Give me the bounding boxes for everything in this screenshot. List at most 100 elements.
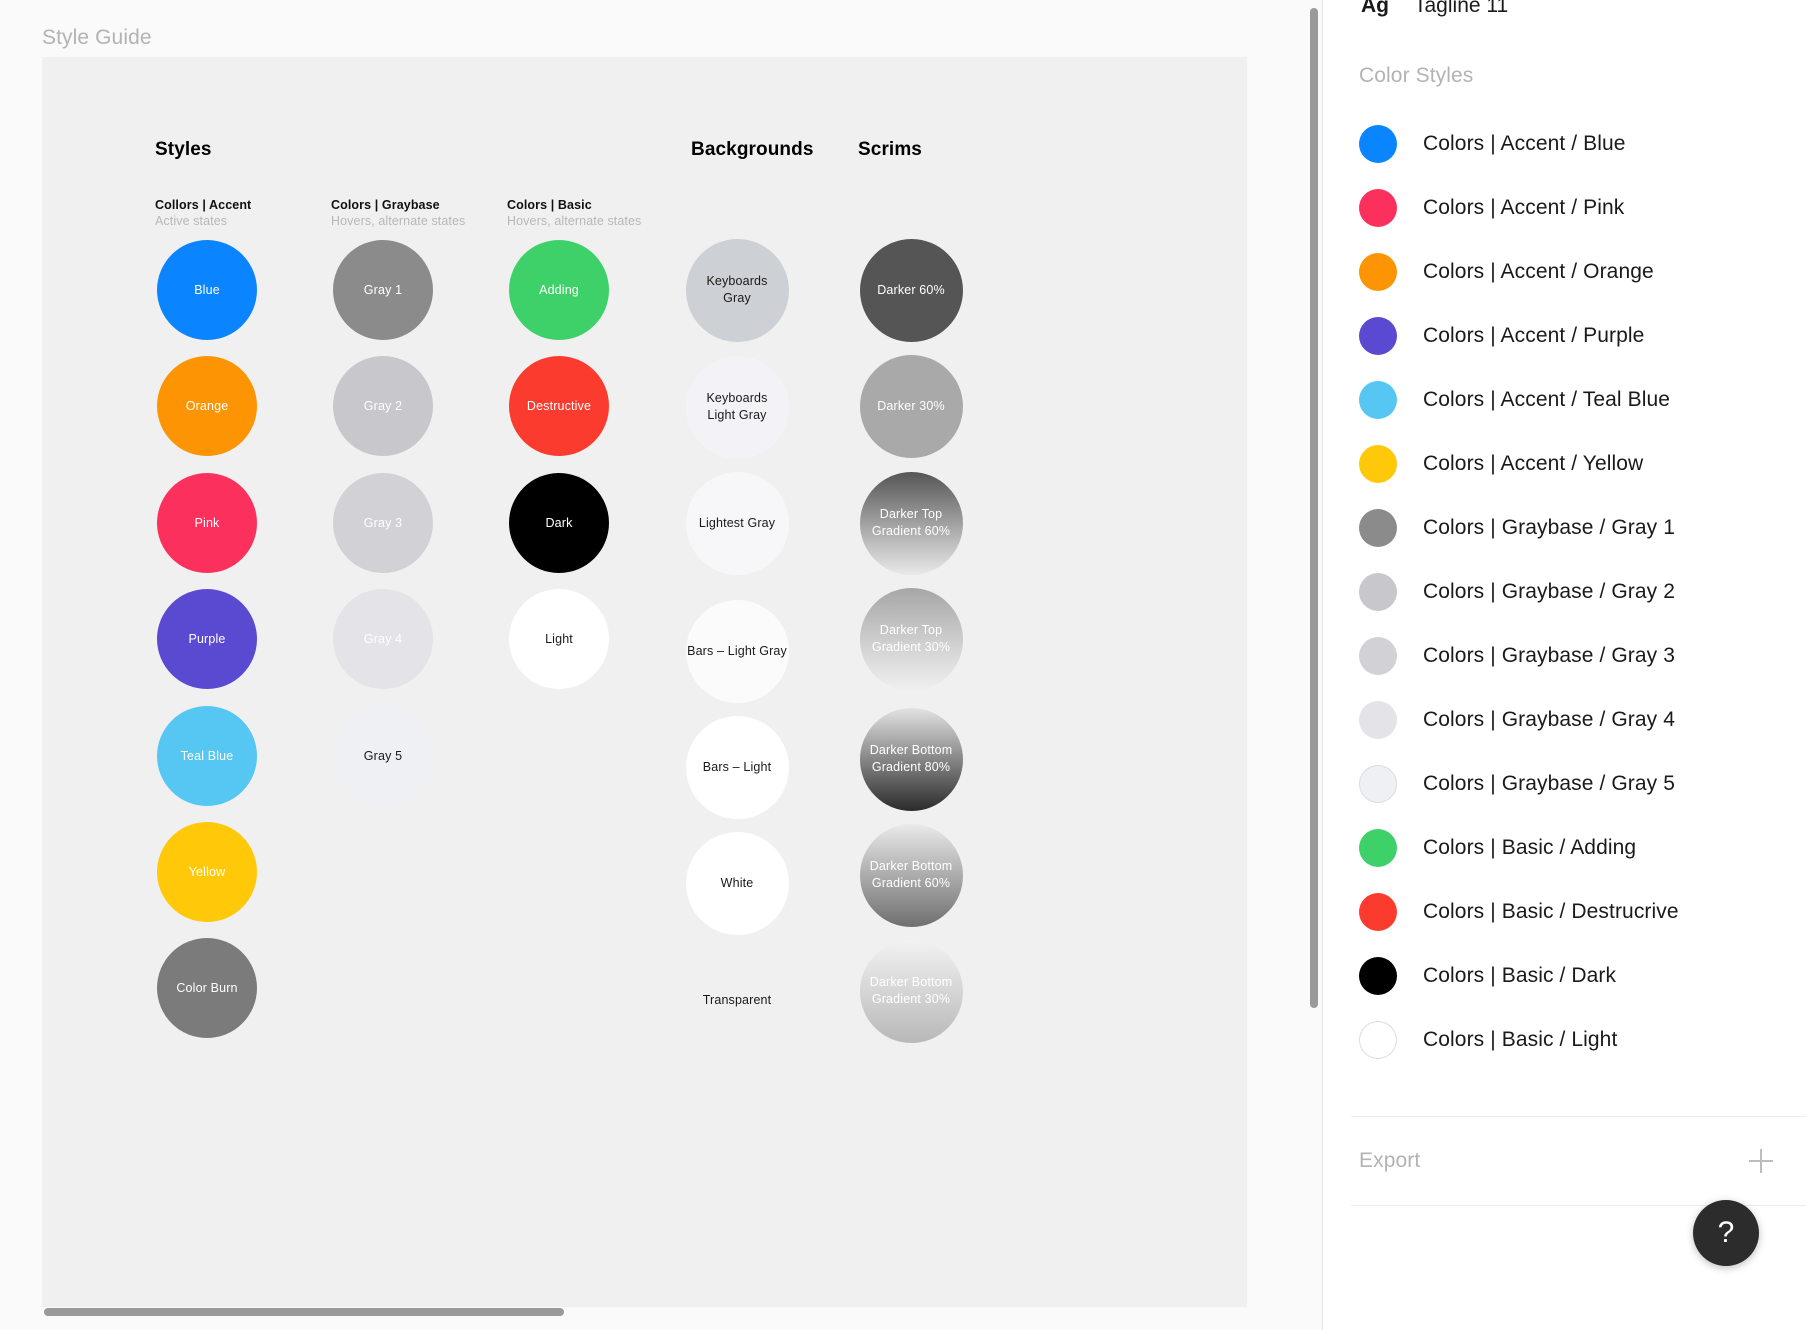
color-swatch-backgrounds[interactable]: Keyboards Gray [685, 238, 789, 342]
section-heading: Scrims [858, 139, 922, 160]
question-mark-icon: ? [1717, 1216, 1735, 1249]
type-preview-ag: Ag [1361, 0, 1389, 17]
color-swatch-basic[interactable]: Light [509, 589, 609, 689]
color-swatch-accent[interactable]: Purple [157, 589, 257, 689]
color-swatch-accent[interactable]: Orange [157, 356, 257, 456]
color-swatch-icon [1359, 701, 1397, 739]
color-swatch-scrims[interactable]: Darker Bottom Gradient 80% [859, 707, 963, 811]
color-swatch-accent[interactable]: Yellow [157, 822, 257, 922]
help-button[interactable]: ? [1693, 1200, 1759, 1266]
color-swatch-scrims[interactable]: Darker 30% [859, 354, 963, 458]
color-swatch-basic[interactable]: Destructive [509, 356, 609, 456]
color-swatch-backgrounds[interactable]: Transparent [686, 949, 789, 1052]
color-style-label: Colors | Graybase / Gray 2 [1423, 580, 1675, 603]
color-style-row[interactable]: Colors | Basic / Destrucrive [1323, 880, 1806, 944]
column-label: Colors | Graybase Hovers, alternate state… [331, 197, 465, 229]
color-swatch-backgrounds[interactable]: Bars – Light [685, 715, 789, 819]
column-label-subtitle: Hovers, alternate states [507, 214, 642, 228]
color-style-label: Colors | Accent / Blue [1423, 132, 1626, 155]
color-swatch-icon [1359, 1021, 1397, 1059]
color-swatch-icon [1359, 125, 1397, 163]
color-swatch-scrims[interactable]: Darker Bottom Gradient 30% [859, 939, 963, 1043]
color-swatch-icon [1359, 381, 1397, 419]
color-style-label: Colors | Basic / Light [1423, 1028, 1618, 1051]
color-swatch-basic[interactable]: Dark [509, 473, 609, 573]
style-guide-frame[interactable]: Styles Backgrounds Scrims Collors | Accent… [42, 57, 1247, 1307]
color-style-label: Colors | Basic / Destrucrive [1423, 900, 1679, 923]
column-label: Collors | Accent Active states [155, 197, 251, 229]
color-swatch-graybase[interactable]: Gray 1 [333, 240, 433, 340]
color-swatch-scrims[interactable]: Darker Top Gradient 60% [859, 471, 963, 575]
color-style-row[interactable]: Colors | Basic / Light [1323, 1008, 1806, 1072]
color-style-row[interactable]: Colors | Accent / Blue [1323, 112, 1806, 176]
color-style-label: Colors | Accent / Pink [1423, 196, 1625, 219]
color-swatch-icon [1359, 957, 1397, 995]
color-swatch-icon [1359, 573, 1397, 611]
color-style-row[interactable]: Colors | Graybase / Gray 2 [1323, 560, 1806, 624]
color-style-label: Colors | Graybase / Gray 5 [1423, 772, 1675, 795]
color-style-row[interactable]: Colors | Graybase / Gray 4 [1323, 688, 1806, 752]
color-swatch-icon [1359, 765, 1397, 803]
color-style-label: Colors | Basic / Adding [1423, 836, 1637, 859]
color-style-label: Colors | Accent / Yellow [1423, 452, 1644, 475]
canvas-horizontal-scrollbar[interactable] [44, 1308, 564, 1316]
color-swatch-scrims[interactable]: Darker 60% [859, 238, 963, 342]
properties-panel: Ag Tagline 11 Color Styles Colors | Acce… [1322, 0, 1806, 1330]
color-style-row[interactable]: Colors | Accent / Yellow [1323, 432, 1806, 496]
text-style-row[interactable]: Ag Tagline 11 [1323, 0, 1806, 28]
color-swatch-basic[interactable]: Adding [509, 240, 609, 340]
color-style-row[interactable]: Colors | Accent / Orange [1323, 240, 1806, 304]
color-swatch-icon [1359, 317, 1397, 355]
color-style-row[interactable]: Colors | Accent / Purple [1323, 304, 1806, 368]
column-label-title: Colors | Graybase [331, 198, 440, 212]
color-styles-header: Color Styles [1359, 64, 1474, 87]
color-style-row[interactable]: Colors | Graybase / Gray 3 [1323, 624, 1806, 688]
color-style-label: Colors | Graybase / Gray 1 [1423, 516, 1675, 539]
color-swatch-icon [1359, 509, 1397, 547]
color-swatch-accent[interactable]: Color Burn [157, 938, 257, 1038]
color-swatch-graybase[interactable]: Gray 2 [333, 356, 433, 456]
color-swatch-graybase[interactable]: Gray 4 [333, 589, 433, 689]
section-heading: Backgrounds [691, 139, 814, 160]
color-swatch-icon [1359, 893, 1397, 931]
column-label: Colors | Basic Hovers, alternate states [507, 197, 641, 229]
color-swatch-icon [1359, 637, 1397, 675]
color-style-row[interactable]: Colors | Accent / Pink [1323, 176, 1806, 240]
color-swatch-backgrounds[interactable]: Lightest Gray [685, 471, 789, 575]
color-style-label: Colors | Accent / Purple [1423, 324, 1645, 347]
color-swatch-scrims[interactable]: Darker Top Gradient 30% [859, 587, 963, 691]
color-swatch-backgrounds[interactable]: Keyboards Light Gray [685, 355, 789, 459]
color-swatch-accent[interactable]: Pink [157, 473, 257, 573]
page-title: Style Guide [42, 26, 152, 49]
color-style-row[interactable]: Colors | Accent / Teal Blue [1323, 368, 1806, 432]
design-canvas[interactable]: Style Guide Styles Backgrounds Scrims Coll… [0, 0, 1322, 1330]
plus-icon[interactable] [1749, 1149, 1773, 1173]
color-swatch-backgrounds[interactable]: White [685, 831, 789, 935]
color-swatch-graybase[interactable]: Gray 5 [333, 706, 433, 806]
color-style-label: Colors | Graybase / Gray 4 [1423, 708, 1675, 731]
color-style-label: Colors | Basic / Dark [1423, 964, 1617, 987]
canvas-vertical-scrollbar[interactable] [1310, 8, 1318, 1008]
color-style-label: Colors | Accent / Orange [1423, 260, 1654, 283]
type-style-name: Tagline 11 [1414, 0, 1509, 17]
section-heading: Styles [155, 139, 212, 160]
color-style-row[interactable]: Colors | Graybase / Gray 1 [1323, 496, 1806, 560]
column-label-subtitle: Active states [155, 214, 228, 228]
color-swatch-icon [1359, 189, 1397, 227]
color-style-row[interactable]: Colors | Basic / Dark [1323, 944, 1806, 1008]
column-label-subtitle: Hovers, alternate states [331, 214, 466, 228]
column-label-title: Colors | Basic [507, 198, 592, 212]
color-swatch-backgrounds[interactable]: Bars – Light Gray [685, 599, 789, 703]
color-style-label: Colors | Accent / Teal Blue [1423, 388, 1671, 411]
color-swatch-icon [1359, 445, 1397, 483]
color-swatch-accent[interactable]: Blue [157, 240, 257, 340]
color-style-row[interactable]: Colors | Basic / Adding [1323, 816, 1806, 880]
export-section[interactable]: Export [1323, 1117, 1806, 1205]
color-swatch-icon [1359, 829, 1397, 867]
export-label: Export [1359, 1149, 1421, 1172]
color-swatch-scrims[interactable]: Darker Bottom Gradient 60% [859, 823, 963, 927]
color-swatch-icon [1359, 253, 1397, 291]
color-style-row[interactable]: Colors | Graybase / Gray 5 [1323, 752, 1806, 816]
color-swatch-graybase[interactable]: Gray 3 [333, 473, 433, 573]
color-swatch-accent[interactable]: Teal Blue [157, 706, 257, 806]
